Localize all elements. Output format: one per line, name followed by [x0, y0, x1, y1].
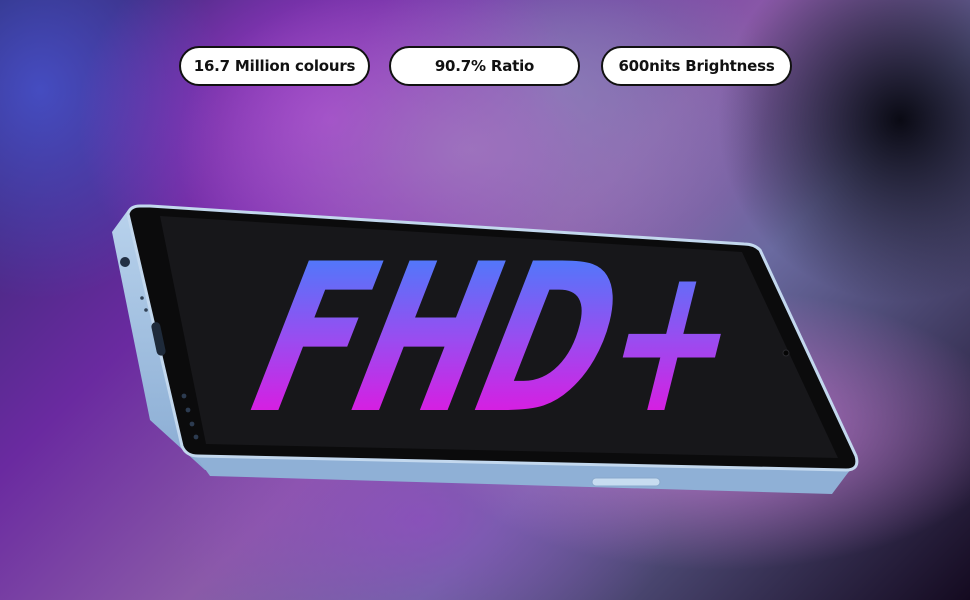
front-camera-icon [782, 349, 790, 357]
microphone-hole-icon [140, 296, 144, 300]
banner-background: 16.7 Million colours 90.7% Ratio 600nits… [0, 0, 970, 600]
phone-illustration: FHD+ [112, 204, 859, 494]
headphone-jack-icon [120, 257, 130, 267]
side-button-icon [591, 477, 661, 487]
microphone-hole-icon [144, 308, 148, 312]
screen-headline: FHD+ [235, 221, 764, 459]
